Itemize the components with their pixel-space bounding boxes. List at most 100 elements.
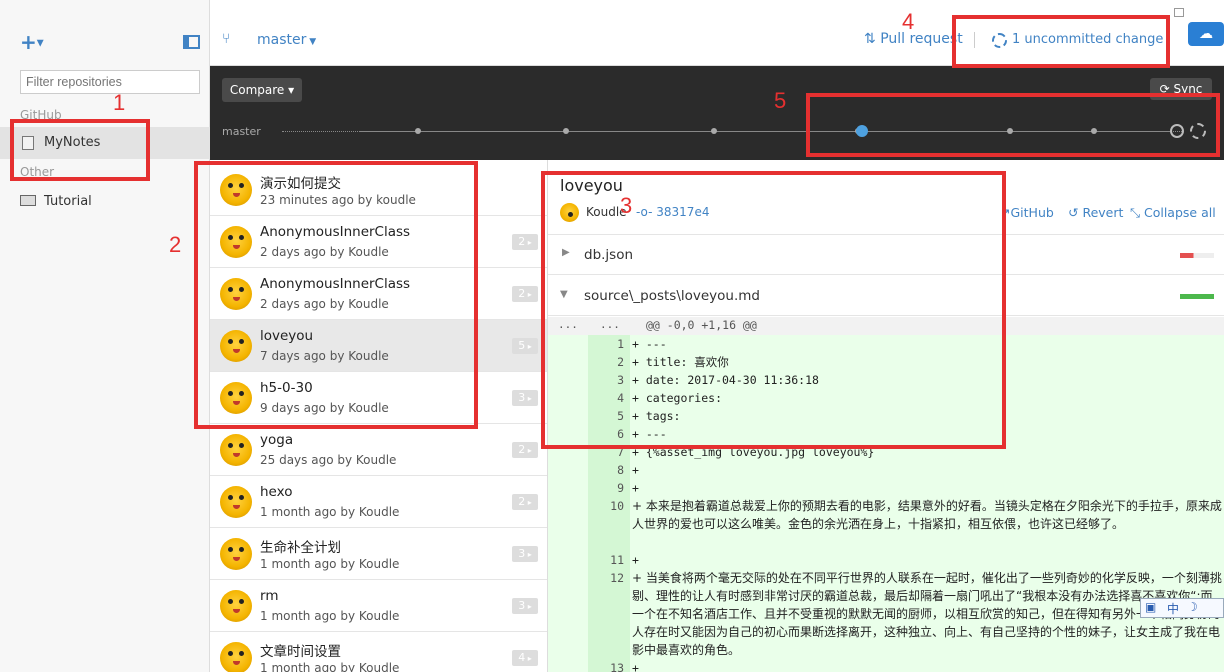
- timeline-head-ring[interactable]: [1170, 124, 1184, 138]
- timeline-commit-dot[interactable]: [563, 128, 569, 134]
- list-item[interactable]: AnonymousInnerClass 2 days ago by Koudle…: [210, 216, 547, 268]
- line-text: +: [632, 463, 639, 477]
- list-item[interactable]: yoga 25 days ago by Koudle 2: [210, 424, 547, 476]
- add-repository-button[interactable]: +▼: [20, 30, 44, 54]
- diff-line-text: + 本来是抱着霸道总裁爱上你的预期去看的电影，结果意外的好看。当镜头定格在夕阳余…: [632, 499, 1222, 531]
- avatar: [220, 278, 252, 310]
- line-text: + ---: [632, 427, 667, 441]
- list-item[interactable]: h5-0-30 9 days ago by Koudle 3: [210, 372, 547, 424]
- sidebar-item-tutorial[interactable]: Tutorial: [0, 186, 210, 216]
- timeline-commit-dot[interactable]: [711, 128, 717, 134]
- commit-detail-pane: loveyou Koudle -o- 38317e4 ↗GitHub ↺ Rev…: [548, 160, 1224, 672]
- commit-title: hexo: [260, 484, 293, 500]
- sidebar-item-mynotes[interactable]: MyNotes: [0, 127, 210, 159]
- diff-line-text: + 当美食将两个毫无交际的处在不同平行世界的人联系在一起时，催化出了一些列奇妙的…: [632, 571, 1222, 657]
- collapse-all-button[interactable]: ⤡ Collapse all: [1130, 205, 1216, 221]
- hunk-header: ... ... @@ -0,0 +1,16 @@: [548, 317, 1224, 335]
- annotation-number-2: 2: [169, 232, 182, 257]
- uncommitted-changes-button[interactable]: 1 uncommitted change: [1012, 32, 1163, 47]
- diff-line: 5 + tags:: [548, 407, 1224, 425]
- timeline-line: [360, 131, 1172, 132]
- sidebar-item-label: MyNotes: [44, 135, 101, 150]
- ime-mode[interactable]: 中: [1167, 600, 1179, 617]
- group-label-other: Other: [20, 165, 55, 179]
- timeline-commit-dot[interactable]: [1007, 128, 1013, 134]
- pull-request-label: Pull request: [880, 31, 963, 47]
- commit-meta: 1 month ago by Koudle: [260, 557, 400, 571]
- branch-name: master: [257, 32, 307, 48]
- line-number: 8: [617, 463, 624, 477]
- avatar: [220, 590, 252, 622]
- toggle-sidebar-icon[interactable]: [183, 35, 200, 49]
- timeline-uncommitted-ring[interactable]: [1190, 123, 1206, 139]
- file-count-badge: 5: [512, 338, 538, 354]
- commit-sha-link[interactable]: -o- 38317e4: [636, 205, 709, 219]
- file-count-badge: 2: [512, 234, 538, 250]
- sync-button[interactable]: ⟳ Sync: [1150, 78, 1212, 100]
- diff-line: 9 +: [548, 479, 1224, 497]
- cloud-app-icon[interactable]: ☁: [1188, 22, 1224, 46]
- commit-meta: 7 days ago by Koudle: [260, 349, 389, 363]
- commit-title: rm: [260, 588, 279, 604]
- branch-selector[interactable]: master ▼: [257, 32, 316, 48]
- diff-line: 4 + categories:: [548, 389, 1224, 407]
- file-count-badge: 3: [512, 598, 538, 614]
- line-text: + date: 2017-04-30 11:36:18: [632, 373, 819, 387]
- avatar: [220, 174, 252, 206]
- avatar: [220, 226, 252, 258]
- file-count-badge: 2: [512, 442, 538, 458]
- sync-label: Sync: [1173, 82, 1203, 96]
- chevron-down-icon: ▼: [560, 289, 568, 300]
- file-header-loveyou-md[interactable]: ▼ source\_posts\loveyou.md: [548, 276, 1224, 316]
- commit-title: 演示如何提交: [260, 176, 341, 192]
- commit-meta: 2 days ago by Koudle: [260, 245, 389, 259]
- compare-button[interactable]: Compare ▾: [222, 78, 302, 102]
- history-timeline: Compare ▾ ⟳ Sync master: [210, 66, 1224, 160]
- view-on-github-button[interactable]: ↗GitHub: [1000, 205, 1054, 220]
- revert-icon: ↺: [1068, 205, 1083, 220]
- list-item[interactable]: AnonymousInnerClass 2 days ago by Koudle…: [210, 268, 547, 320]
- github-label: GitHub: [1010, 205, 1054, 220]
- diff-view: ... ... @@ -0,0 +1,16 @@ 1 + --- 2 + title…: [548, 317, 1224, 672]
- list-item[interactable]: 演示如何提交 23 minutes ago by koudle: [210, 164, 547, 216]
- diff-line: 11 +: [548, 551, 1224, 569]
- line-text: + ---: [632, 337, 667, 351]
- file-name: db.json: [584, 247, 634, 263]
- commit-title: AnonymousInnerClass: [260, 224, 411, 240]
- diff-line: 7 + {%asset_img loveyou.jpg loveyou%}: [548, 443, 1224, 461]
- file-header-db-json[interactable]: ▶ db.json: [548, 235, 1224, 275]
- commit-meta: 9 days ago by Koudle: [260, 401, 389, 415]
- diff-line: 13 +: [548, 659, 1224, 672]
- hunk-new-line: ...: [600, 318, 620, 331]
- annotation-number-3: 3: [620, 193, 633, 218]
- revert-button[interactable]: ↺ Revert: [1068, 205, 1123, 220]
- line-text: + {%asset_img loveyou.jpg loveyou%}: [632, 445, 875, 459]
- timeline-commit-dot[interactable]: [1091, 128, 1097, 134]
- timeline-selected-commit[interactable]: [856, 125, 868, 137]
- branch-icon: ⑂: [222, 31, 231, 47]
- commit-detail-title: loveyou: [560, 176, 623, 195]
- list-item[interactable]: hexo 1 month ago by Koudle 2: [210, 476, 547, 528]
- pull-request-icon: ⇅: [864, 31, 881, 47]
- list-item[interactable]: 文章时间设置 1 month ago by Koudle 4: [210, 632, 547, 672]
- avatar: [220, 486, 252, 518]
- line-number: 1: [617, 337, 624, 351]
- toolbar: ⑂ master ▼ ⇅ Pull request 1 uncommitted …: [210, 0, 1224, 66]
- line-number: 6: [617, 427, 624, 441]
- list-item[interactable]: 生命补全计划 1 month ago by Koudle 3: [210, 528, 547, 580]
- ime-toolbar[interactable]: ▣ 中 ☽: [1140, 598, 1224, 618]
- line-text: +: [632, 481, 639, 495]
- line-text: + title: 喜欢你: [632, 355, 729, 369]
- chevron-down-icon: ▼: [36, 38, 44, 49]
- group-label-github: GitHub: [20, 108, 62, 122]
- list-item[interactable]: rm 1 month ago by Koudle 3: [210, 580, 547, 632]
- annotation-number-4: 4: [902, 9, 915, 34]
- compare-label: Compare: [229, 83, 285, 97]
- uncommitted-icon: [992, 33, 1007, 48]
- filter-repositories-input[interactable]: [20, 70, 200, 94]
- list-item-selected[interactable]: loveyou 7 days ago by Koudle 5: [210, 320, 547, 372]
- timeline-commit-dot[interactable]: [415, 128, 421, 134]
- divider: [974, 32, 975, 48]
- repo-icon: [22, 136, 34, 150]
- maximize-icon[interactable]: [1174, 8, 1184, 17]
